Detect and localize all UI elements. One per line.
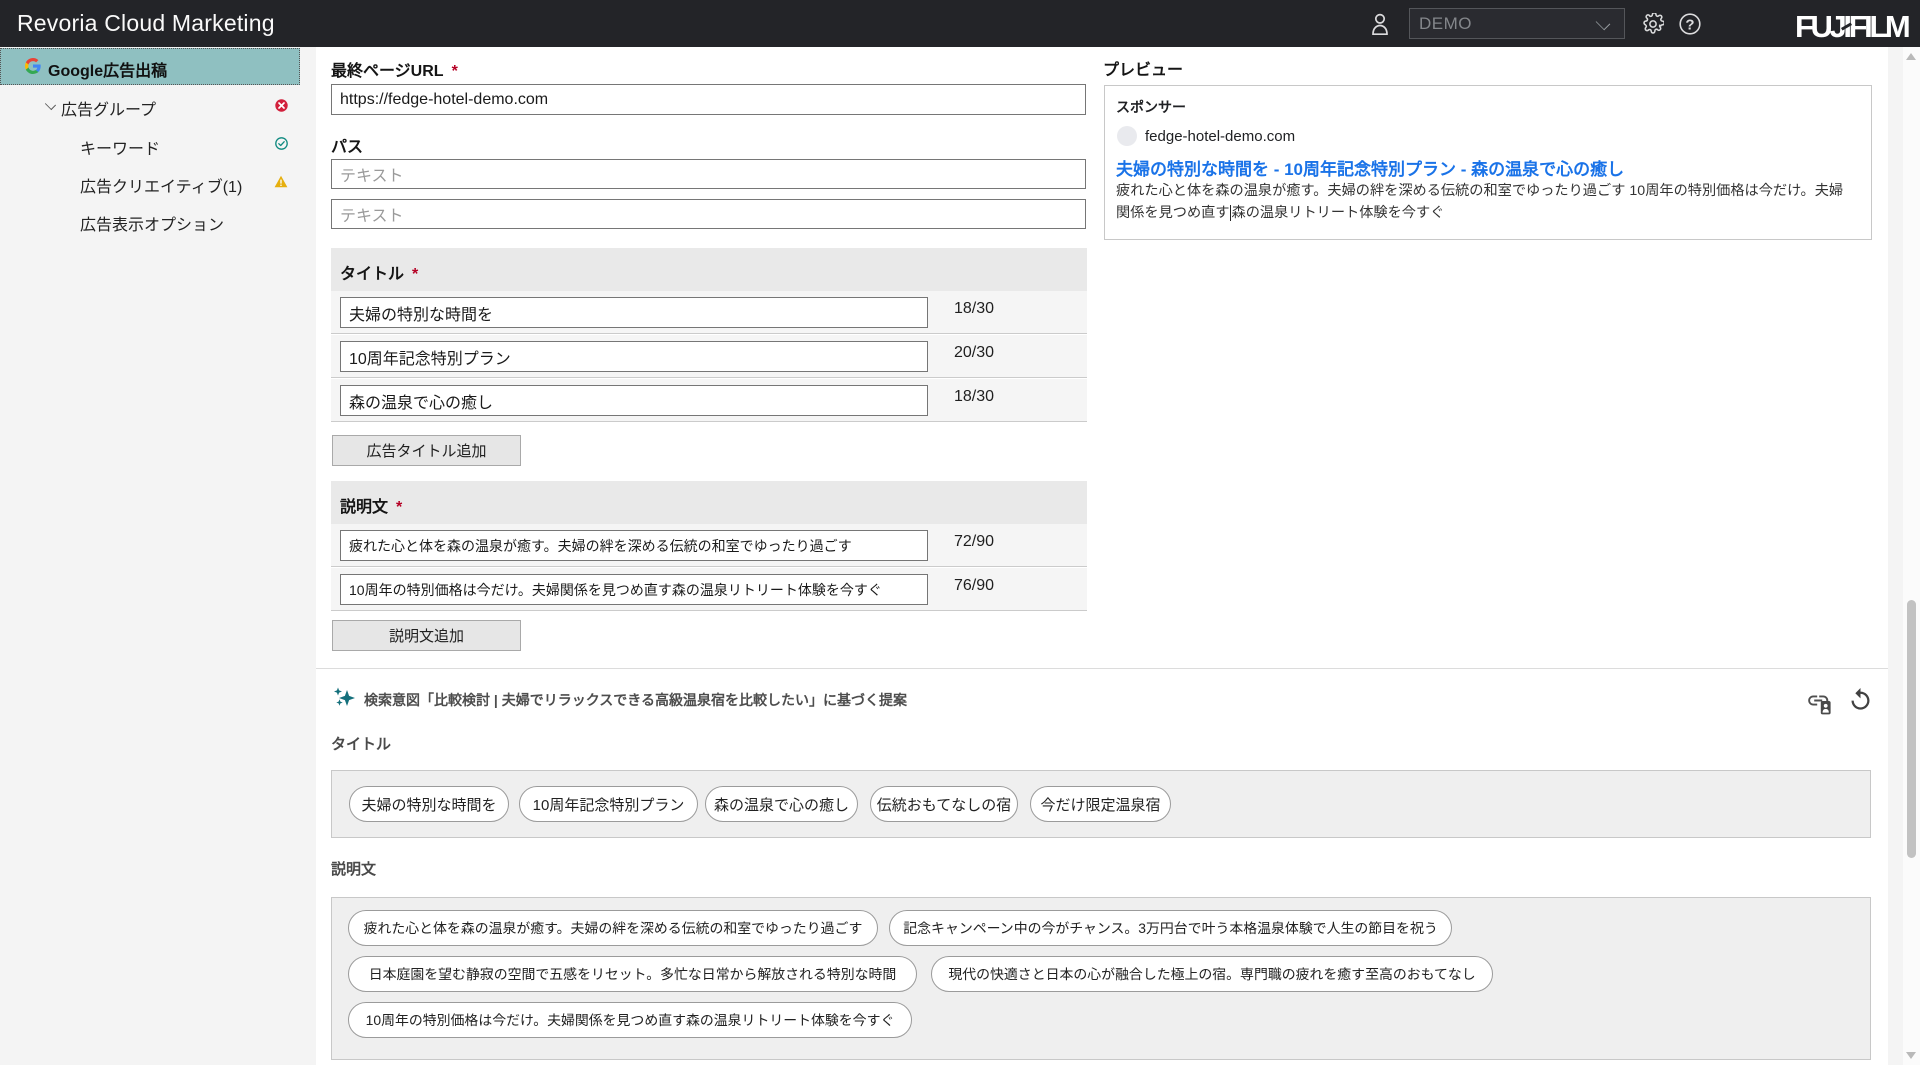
svg-text:?: ?: [1685, 17, 1694, 34]
